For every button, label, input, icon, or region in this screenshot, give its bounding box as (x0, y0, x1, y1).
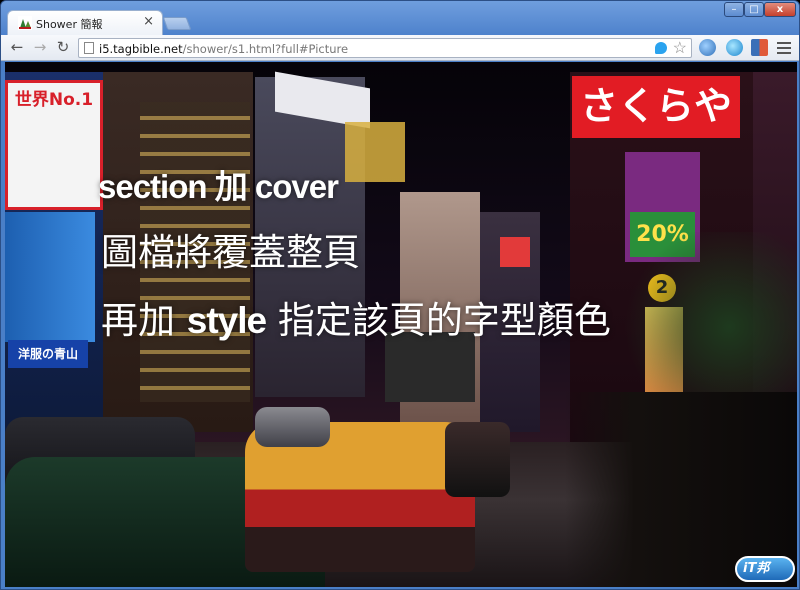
slide-line-3: 再加 style 指定該頁的字型顏色 (101, 290, 611, 344)
reload-button[interactable]: ↻ (54, 38, 72, 56)
menu-icon[interactable] (777, 39, 791, 55)
browser-window: Shower 簡報 × – □ x ← → ↻ i5.tagbible.net/… (0, 0, 800, 590)
close-window-button[interactable]: x (764, 2, 796, 17)
tagbible-favicon-icon (18, 16, 32, 30)
globe-extension-icon[interactable] (699, 39, 716, 56)
sign-top-right: さくらや (572, 76, 740, 138)
url-domain: i5.tagbible.net (99, 42, 183, 56)
slide-heading: section 加 cover (98, 168, 339, 205)
title-bar: Shower 簡報 × – □ x (1, 1, 799, 35)
slide-viewport: 世界No.1 洋服の青山 さくらや 20% 2 (5, 62, 797, 587)
line3-prefix: 再加 (101, 299, 187, 342)
browser-toolbar: ← → ↻ i5.tagbible.net/shower/s1.html?ful… (1, 35, 799, 61)
browser-tab[interactable]: Shower 簡報 × (7, 10, 163, 35)
url-path: /shower/s1.html?full#Picture (182, 42, 349, 56)
ithome-watermark: iT邦 (735, 556, 797, 582)
back-button[interactable]: ← (8, 38, 26, 56)
forward-button[interactable]: → (31, 38, 49, 56)
watermark-badge: iT邦 (735, 556, 795, 582)
pen-extension-icon[interactable] (726, 39, 743, 56)
line3-style-word: style (186, 300, 267, 341)
slide-line-2: 圖檔將覆蓋整頁 (101, 231, 360, 274)
star-icon[interactable]: ☆ (673, 38, 687, 58)
grid-extension-icon[interactable] (751, 39, 768, 56)
sign-top-left: 世界No.1 (5, 80, 103, 210)
url-text[interactable]: i5.tagbible.net/shower/s1.html?full#Pict… (99, 42, 348, 56)
new-tab-button[interactable] (162, 17, 192, 30)
tab-close-icon[interactable]: × (143, 14, 154, 29)
line3-suffix: 指定該頁的字型顏色 (266, 299, 611, 342)
tab-title: Shower 簡報 (36, 18, 103, 31)
twitter-bird-icon[interactable] (655, 42, 667, 54)
address-bar[interactable]: i5.tagbible.net/shower/s1.html?full#Pict… (78, 38, 692, 58)
minimize-button[interactable]: – (724, 2, 744, 17)
sign-left-blue: 洋服の青山 (8, 340, 88, 368)
page-icon (84, 42, 94, 54)
maximize-button[interactable]: □ (744, 2, 764, 17)
